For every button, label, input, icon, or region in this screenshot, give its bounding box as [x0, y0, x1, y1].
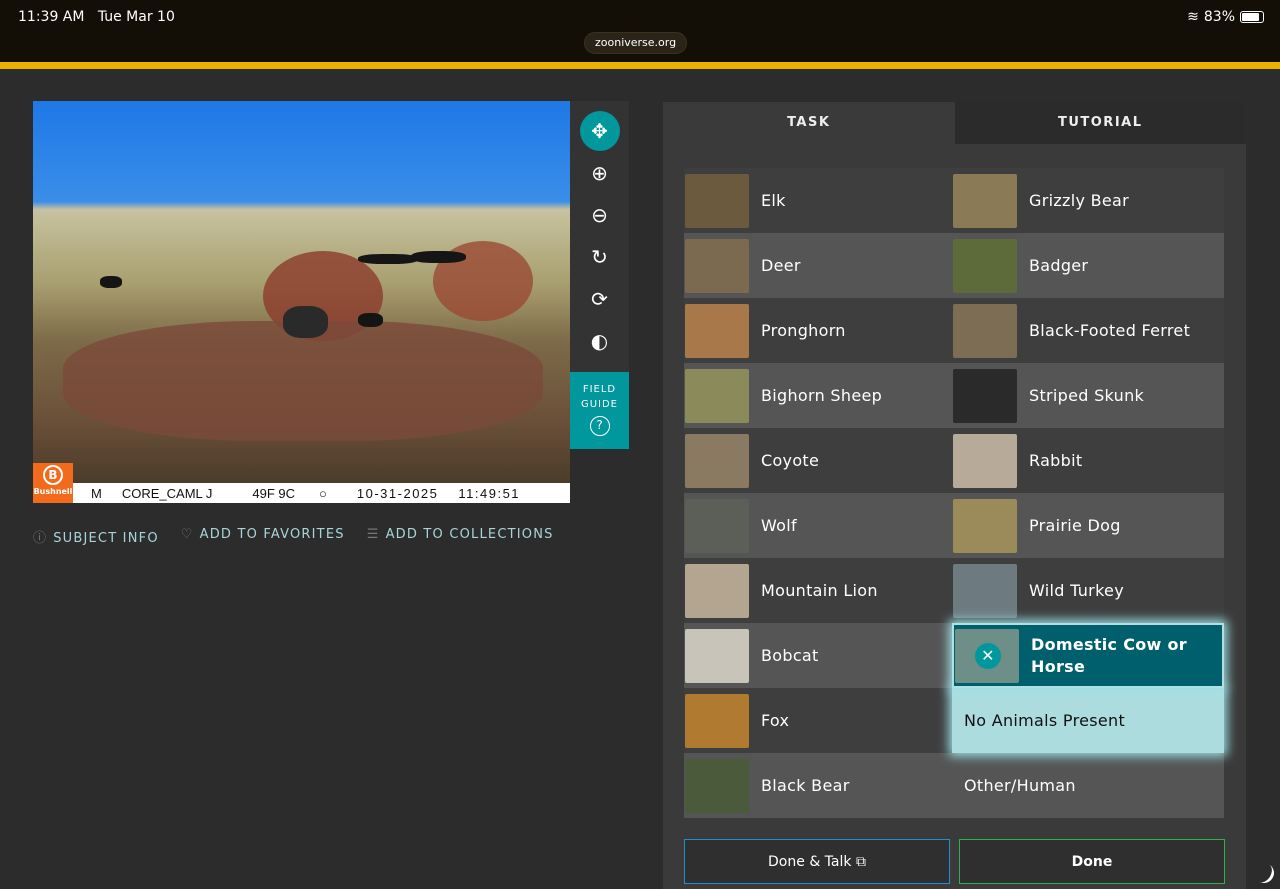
choice-pronghorn[interactable]: Pronghorn [684, 298, 952, 363]
status-time: 11:39 AM Tue Mar 10 [18, 9, 175, 25]
choice-striped-skunk[interactable]: Striped Skunk [952, 363, 1224, 428]
choice-deer[interactable]: Deer [684, 233, 952, 298]
tab-task[interactable]: TASK [663, 102, 955, 144]
choice-grid: Elk Grizzly Bear Deer Badger Pronghorn Black-… [684, 168, 1224, 818]
list-icon: ☰ [366, 527, 380, 542]
add-favorites-link[interactable]: ♡ ADD TO FAVORITES [181, 527, 345, 546]
choice-wild-turkey[interactable]: Wild Turkey [952, 558, 1224, 623]
choice-thumbnail: ✕ [955, 628, 1019, 683]
subject-image[interactable]: M CORE_CAML J 49F 9C ○ 10-31-2025 11:49:… [33, 101, 570, 503]
choice-grizzly-bear[interactable]: Grizzly Bear [952, 168, 1224, 233]
info-icon: ⓘ [33, 531, 48, 546]
task-panel: TASK TUTORIAL Elk Grizzly Bear Deer Badger P… [663, 102, 1246, 889]
choice-thumbnail [685, 758, 749, 813]
choice-label: Grizzly Bear [1029, 191, 1130, 210]
choice-mountain-lion[interactable]: Mountain Lion [684, 558, 952, 623]
url-pill[interactable]: zooniverse.org [584, 32, 688, 54]
choice-thumbnail [685, 368, 749, 423]
choice-thumbnail [953, 563, 1017, 618]
choice-label: Mountain Lion [761, 581, 878, 600]
external-link-icon: ⧉ [855, 853, 866, 870]
invert-icon[interactable]: ◐ [580, 321, 620, 361]
choice-other-human[interactable]: Other/Human [952, 753, 1224, 818]
help-icon: ? [589, 416, 610, 436]
choice-label: Pronghorn [761, 321, 846, 340]
choice-no-animals-present[interactable]: No Animals Present [952, 688, 1224, 753]
status-bar: 11:39 AM Tue Mar 10 ≋ 83% zooniverse.org [0, 0, 1280, 62]
choice-label: Bobcat [761, 646, 819, 665]
choice-wolf[interactable]: Wolf [684, 493, 952, 558]
choice-label: Striped Skunk [1029, 386, 1145, 405]
choice-label: Wolf [761, 516, 797, 535]
choice-label: Coyote [761, 451, 820, 470]
deselect-icon[interactable]: ✕ [975, 642, 1001, 669]
status-right: ≋ 83% [1187, 9, 1264, 25]
choice-black-footed-ferret[interactable]: Black-Footed Ferret [952, 298, 1224, 363]
choice-thumbnail [685, 173, 749, 228]
choice-label: Black Bear [761, 776, 850, 795]
choice-thumbnail [685, 238, 749, 293]
choice-rabbit[interactable]: Rabbit [952, 428, 1224, 493]
reset-icon[interactable]: ⟳ [580, 279, 620, 319]
subject-meta: ⓘ SUBJECT INFO ♡ ADD TO FAVORITES ☰ ADD TO … [33, 527, 554, 546]
choice-label: Elk [761, 191, 786, 210]
choice-black-bear[interactable]: Black Bear [684, 753, 952, 818]
bushnell-logo: B Bushnell [33, 463, 73, 503]
camera-stamp: M CORE_CAML J 49F 9C ○ 10-31-2025 11:49:… [33, 483, 570, 503]
choice-label: No Animals Present [964, 711, 1126, 730]
choice-thumbnail [953, 498, 1017, 553]
header-accent-bar [0, 62, 1280, 69]
choice-label: Wild Turkey [1029, 581, 1124, 600]
heart-icon: ♡ [180, 527, 194, 542]
move-icon[interactable]: ✥ [579, 111, 620, 151]
choice-thumbnail [685, 498, 749, 553]
rotate-icon[interactable]: ↻ [580, 237, 620, 277]
choice-thumbnail [685, 693, 749, 748]
choice-label: Bighorn Sheep [761, 386, 883, 405]
zoom-out-icon[interactable]: ⊖ [580, 195, 620, 235]
choice-thumbnail [953, 303, 1017, 358]
choice-label: Prairie Dog [1029, 516, 1121, 535]
choice-label: Fox [761, 711, 790, 730]
tab-tutorial[interactable]: TUTORIAL [954, 102, 1246, 144]
choice-label: Badger [1029, 256, 1089, 275]
choice-thumbnail [953, 238, 1017, 293]
choice-thumbnail [953, 173, 1017, 228]
choice-elk[interactable]: Elk [684, 168, 952, 233]
choice-thumbnail [953, 433, 1017, 488]
choice-badger[interactable]: Badger [952, 233, 1224, 298]
choice-thumbnail [685, 628, 749, 683]
battery-icon [1240, 11, 1264, 23]
done-talk-button[interactable]: Done & Talk ⧉ [684, 839, 950, 884]
wifi-icon: ≋ [1187, 9, 1199, 25]
done-button[interactable]: Done [959, 839, 1225, 884]
choice-fox[interactable]: Fox [684, 688, 952, 753]
image-toolbar: ✥ ⊕ ⊖ ↻ ⟳ ◐ FIELD GUIDE? [570, 101, 629, 449]
choice-thumbnail [685, 563, 749, 618]
choice-bighorn-sheep[interactable]: Bighorn Sheep [684, 363, 952, 428]
zoom-in-icon[interactable]: ⊕ [580, 153, 620, 193]
choice-label: Deer [761, 256, 801, 275]
choice-label: Rabbit [1029, 451, 1083, 470]
choice-bobcat[interactable]: Bobcat [684, 623, 952, 688]
loading-spinner-icon [1250, 859, 1278, 887]
choice-coyote[interactable]: Coyote [684, 428, 952, 493]
choice-label: Other/Human [964, 776, 1076, 795]
field-guide-button[interactable]: FIELD GUIDE? [570, 372, 629, 449]
choice-thumbnail [685, 303, 749, 358]
choice-thumbnail [953, 368, 1017, 423]
choice-thumbnail [685, 433, 749, 488]
add-collections-link[interactable]: ☰ ADD TO COLLECTIONS [367, 527, 554, 546]
choice-prairie-dog[interactable]: Prairie Dog [952, 493, 1224, 558]
choice-label: Domestic Cow or Horse [1031, 634, 1187, 676]
subject-info-link[interactable]: ⓘ SUBJECT INFO [33, 527, 159, 546]
choice-domestic-cow-or-horse[interactable]: ✕ Domestic Cow or Horse [952, 623, 1224, 688]
choice-label: Black-Footed Ferret [1029, 321, 1191, 340]
